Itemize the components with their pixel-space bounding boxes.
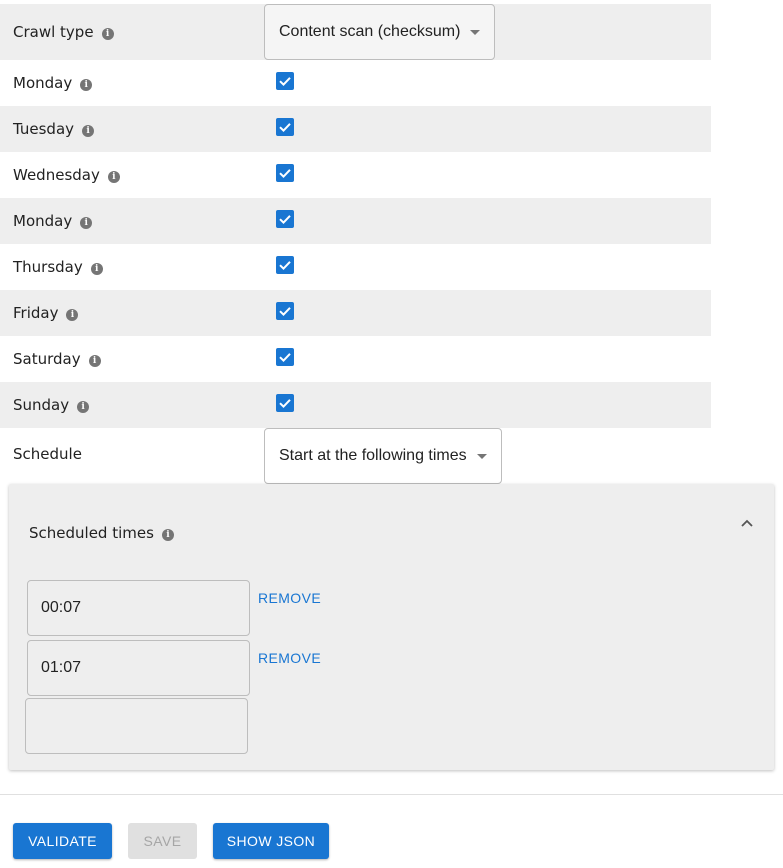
check-icon [279,169,291,179]
day-label-wrap: Sunday i [13,396,90,414]
crawl-type-label: Crawl type [13,23,94,41]
check-icon [279,123,291,133]
check-icon [279,307,291,317]
day-row-thursday: Thursday i [0,244,711,290]
validate-button[interactable]: VALIDATE [13,823,112,859]
info-icon[interactable]: i [90,262,103,275]
time-value: 01:07 [41,659,82,676]
save-button[interactable]: SAVE [128,823,197,859]
day-label: Saturday [13,350,81,368]
schedule-label-wrap: Schedule [13,445,82,463]
day-row-friday: Friday i [0,290,711,336]
thursday-checkbox[interactable] [276,256,294,274]
dropdown-caret-icon [476,453,487,459]
day-label-wrap: Thursday i [13,258,103,276]
chevron-up-icon[interactable] [740,518,754,528]
check-icon [279,399,291,409]
tuesday-checkbox[interactable] [276,118,294,136]
info-icon[interactable]: i [107,170,120,183]
day-label: Sunday [13,396,70,414]
dropdown-caret-icon [470,29,481,35]
show-json-button[interactable]: SHOW JSON [213,823,329,859]
day-label-wrap: Monday i [13,74,93,92]
scheduled-times-header: Scheduled times i [29,524,174,542]
day-row-saturday: Saturday i [0,336,711,382]
check-icon [279,353,291,363]
check-icon [279,77,291,87]
info-icon[interactable]: i [82,124,95,137]
time-value: 00:07 [41,599,82,616]
crawl-type-select[interactable]: Content scan (checksum) [264,4,495,60]
monday-checkbox[interactable] [276,72,294,90]
day-label: Monday [13,212,73,230]
crawl-type-row: Crawl type i Content scan (checksum) [0,4,711,60]
day-label: Wednesday [13,166,100,184]
schedule-row: Schedule Start at the following times [0,428,711,484]
info-icon[interactable]: i [101,27,114,40]
time-field[interactable]: 01:07 [27,640,250,696]
info-icon[interactable]: i [80,78,93,91]
info-icon[interactable]: i [66,308,79,321]
remove-time-button[interactable]: REMOVE [258,650,321,666]
wednesday-checkbox[interactable] [276,164,294,182]
crawl-type-value: Content scan (checksum) [279,23,461,40]
saturday-checkbox[interactable] [276,348,294,366]
day-label: Friday [13,304,59,322]
check-icon [279,215,291,225]
info-icon[interactable]: i [77,400,90,413]
schedule-value: Start at the following times [279,447,467,464]
day-label-wrap: Friday i [13,304,79,322]
day-label: Thursday [13,258,83,276]
schedule-label: Schedule [13,445,82,463]
day-label: Tuesday [13,120,75,138]
sunday-checkbox[interactable] [276,394,294,412]
remove-time-button[interactable]: REMOVE [258,590,321,606]
schedule-select[interactable]: Start at the following times [264,428,502,484]
day-row-tuesday: Tuesday i [0,106,711,152]
info-icon[interactable]: i [80,216,93,229]
new-time-field[interactable] [25,698,248,754]
day-label: Monday [13,74,73,92]
info-icon[interactable]: i [88,354,101,367]
time-field[interactable]: 00:07 [27,580,250,636]
monday-2-checkbox[interactable] [276,210,294,228]
day-label-wrap: Monday i [13,212,93,230]
scheduled-times-panel: Scheduled times i 00:07 REMOVE 01:07 REM… [9,484,774,770]
check-icon [279,261,291,271]
day-row-monday: Monday i [0,60,711,106]
friday-checkbox[interactable] [276,302,294,320]
day-row-wednesday: Wednesday i [0,152,711,198]
scheduled-times-title: Scheduled times [29,524,154,542]
day-row-monday-2: Monday i [0,198,711,244]
day-label-wrap: Tuesday i [13,120,95,138]
day-label-wrap: Wednesday i [13,166,120,184]
crawl-type-label-wrap: Crawl type i [13,23,114,41]
divider [0,794,783,795]
day-label-wrap: Saturday i [13,350,101,368]
info-icon[interactable]: i [161,528,174,541]
day-row-sunday: Sunday i [0,382,711,428]
